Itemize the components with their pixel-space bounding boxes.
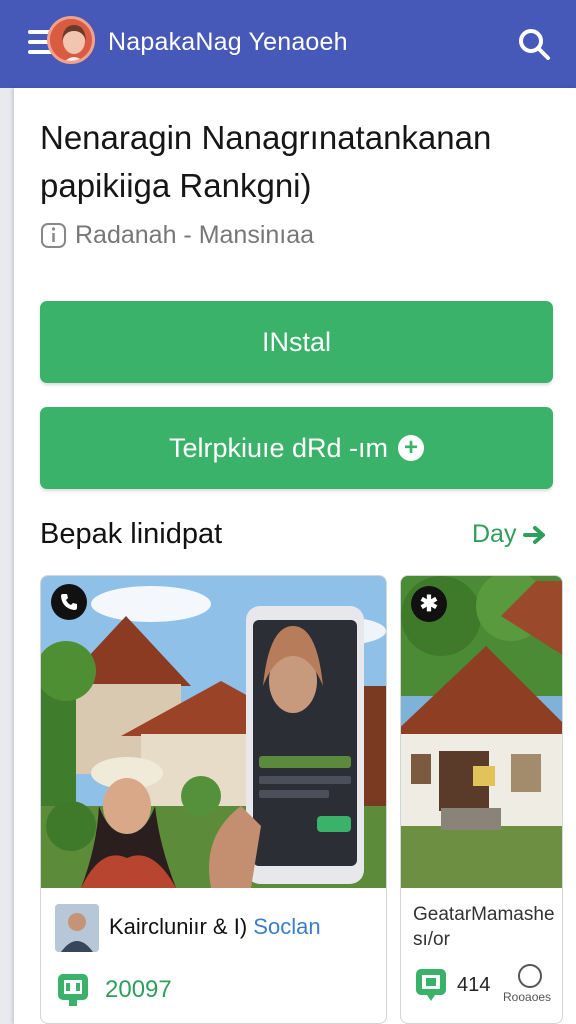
profile-avatar[interactable] bbox=[47, 16, 95, 64]
arrow-right-icon bbox=[523, 525, 546, 544]
article-headline: Nenaragin Nanagrınatankanan papikiiga Ra… bbox=[40, 119, 492, 204]
plus-icon: + bbox=[398, 435, 425, 461]
avatar bbox=[55, 904, 99, 952]
item-stat-value: 20097 bbox=[105, 976, 172, 1003]
author-name-text: Kaircluniır & I) bbox=[109, 914, 248, 939]
list-item[interactable]: ✱ GeatarMamashe sı/or 414 Rooaoes bbox=[400, 575, 563, 1024]
section-title: Bepak linidpat bbox=[40, 518, 223, 550]
reacts-label: Rooaoes bbox=[503, 990, 552, 1004]
author-name: Kaircluniır & I) Soclan bbox=[109, 914, 321, 940]
info-icon bbox=[41, 223, 66, 248]
section-link-label: Day bbox=[472, 520, 517, 548]
item-thumbnail: ✱ bbox=[401, 576, 562, 888]
search-icon[interactable] bbox=[516, 26, 552, 62]
star-icon: ✱ bbox=[411, 586, 447, 622]
secondary-action-button[interactable]: Telrpkiuıe dRd -ım + bbox=[40, 407, 553, 489]
install-button-label: INstal bbox=[261, 326, 332, 357]
list-item[interactable]: Kaircluniır & I) Soclan 20097 bbox=[40, 575, 387, 1024]
article-meta-text: Radanah - Mansinıaa bbox=[75, 221, 315, 249]
item-stat-value: 414 bbox=[457, 974, 491, 996]
app-bar: NapakaNag Yenaoeh bbox=[0, 0, 576, 88]
trophy-icon bbox=[416, 969, 446, 1001]
secondary-button-label: Telrpkiuıe dRd -ım bbox=[168, 432, 389, 463]
item-title: GeatarMamashe sı/or bbox=[413, 904, 555, 950]
trophy-icon bbox=[58, 974, 88, 1006]
install-button[interactable]: INstal bbox=[40, 301, 553, 383]
circle-icon[interactable] bbox=[518, 964, 542, 988]
section-see-more-link[interactable]: Day bbox=[472, 520, 550, 549]
article-meta: Radanah - Mansinıaa bbox=[40, 221, 314, 250]
item-thumbnail bbox=[41, 576, 386, 888]
content-card: Nenaragin Nanagrınatankanan papikiiga Ra… bbox=[14, 88, 576, 1024]
phone-icon bbox=[51, 584, 87, 620]
app-title: NapakaNag Yenaoeh bbox=[108, 28, 348, 56]
author-name-accent: Soclan bbox=[253, 914, 321, 939]
